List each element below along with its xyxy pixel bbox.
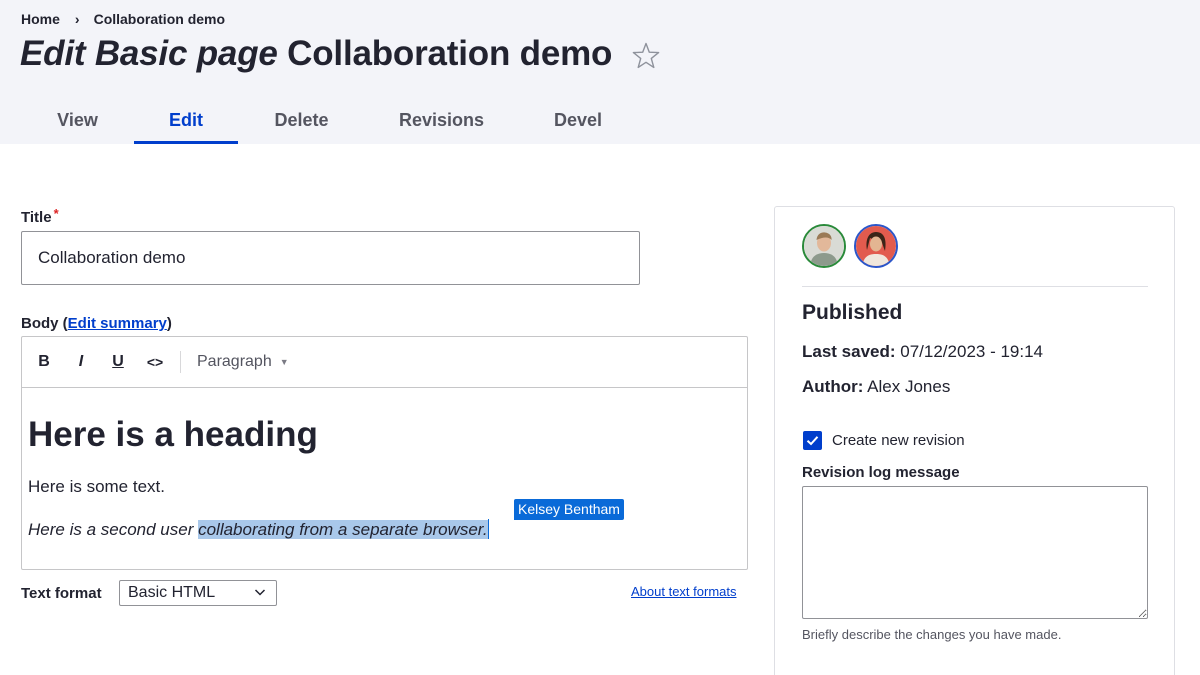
last-saved-value: 07/12/2023 - 19:14 xyxy=(895,342,1044,361)
toolbar-separator xyxy=(180,351,181,373)
checkmark-icon xyxy=(806,436,819,446)
content-heading: Here is a heading xyxy=(28,415,318,454)
about-text-formats-link[interactable]: About text formats xyxy=(631,584,737,599)
author-value: Alex Jones xyxy=(863,377,951,396)
tab-devel[interactable]: Devel xyxy=(518,96,638,144)
edit-summary-link[interactable]: Edit summary xyxy=(68,315,167,332)
last-saved-label: Last saved: xyxy=(802,342,896,361)
page-title: Edit Basic page Collaboration demo xyxy=(20,34,612,74)
breadcrumb-separator: › xyxy=(74,11,80,27)
title-input[interactable] xyxy=(21,231,640,285)
avatar[interactable] xyxy=(854,224,898,268)
tab-view[interactable]: View xyxy=(21,96,134,144)
user-avatar-icon xyxy=(804,226,844,266)
body-editor: B I U <> Paragraph ▼ Here is a heading H… xyxy=(21,336,748,570)
page-title-prefix: Edit Basic page xyxy=(20,34,278,73)
paragraph-dropdown[interactable]: Paragraph ▼ xyxy=(191,353,295,371)
bold-button[interactable]: B xyxy=(28,346,60,378)
star-icon[interactable] xyxy=(630,40,662,72)
tab-edit[interactable]: Edit xyxy=(134,96,238,144)
content-paragraph-collab: Here is a second user collaborating from… xyxy=(28,499,624,540)
breadcrumb-current-link[interactable]: Collaboration demo xyxy=(94,11,225,27)
revision-log-textarea[interactable] xyxy=(802,486,1148,619)
meta-sidebar: Published Last saved: 07/12/2023 - 19:14… xyxy=(774,206,1175,675)
create-revision-label[interactable]: Create new revision xyxy=(832,432,965,449)
italic-icon: I xyxy=(78,353,84,370)
page-header: Home › Collaboration demo Edit Basic pag… xyxy=(0,0,1200,144)
last-saved: Last saved: 07/12/2023 - 19:14 xyxy=(802,342,1043,362)
caret-down-icon: ▼ xyxy=(279,357,289,367)
user-avatar-icon xyxy=(856,226,896,266)
publish-status: Published xyxy=(802,301,903,324)
create-revision-checkbox[interactable] xyxy=(803,431,822,450)
content-plain-text: Here is a second user xyxy=(28,520,199,539)
paragraph-dropdown-label: Paragraph xyxy=(197,353,272,370)
tab-delete[interactable]: Delete xyxy=(238,96,365,144)
sidebar-divider xyxy=(802,286,1148,287)
collaborator-selection: collaborating from a separate browser. xyxy=(198,520,488,539)
author: Author: Alex Jones xyxy=(802,377,950,397)
avatar[interactable] xyxy=(802,224,846,268)
text-format-value: Basic HTML xyxy=(128,584,216,601)
tab-revisions[interactable]: Revisions xyxy=(365,96,518,144)
body-paren-close: ) xyxy=(166,315,172,332)
content-paragraph: Here is some text. xyxy=(28,477,165,496)
underline-icon: U xyxy=(112,353,124,370)
revision-log-hint: Briefly describe the changes you have ma… xyxy=(802,627,1062,642)
editor-toolbar: B I U <> Paragraph ▼ xyxy=(22,337,747,388)
breadcrumb: Home › Collaboration demo xyxy=(21,11,225,27)
code-button[interactable]: <> xyxy=(139,346,171,378)
body-label: Body (Edit summary) xyxy=(21,315,172,332)
text-format-label: Text format xyxy=(21,585,102,602)
body-label-text: Body xyxy=(21,315,59,332)
collaborator-cursor xyxy=(487,519,489,539)
text-format-select[interactable]: Basic HTML xyxy=(119,580,277,606)
code-icon: <> xyxy=(146,354,164,370)
bold-icon: B xyxy=(38,353,50,370)
page-title-name: Collaboration demo xyxy=(287,34,613,73)
title-label-text: Title xyxy=(21,209,52,226)
breadcrumb-home-link[interactable]: Home xyxy=(21,11,60,27)
author-label: Author: xyxy=(802,377,864,396)
underline-button[interactable]: U xyxy=(102,346,134,378)
required-marker: * xyxy=(53,206,59,221)
editor-content[interactable]: Here is a heading Here is some text. Her… xyxy=(22,415,747,540)
revision-log-label: Revision log message xyxy=(802,464,960,481)
collaborator-name-tag: Kelsey Bentham xyxy=(514,499,624,520)
title-label: Title * xyxy=(21,206,59,226)
tab-bar: View Edit Delete Revisions Devel xyxy=(21,96,638,144)
italic-button[interactable]: I xyxy=(65,346,97,378)
body-paren-open: ( xyxy=(58,315,68,332)
chevron-down-icon xyxy=(254,589,266,596)
